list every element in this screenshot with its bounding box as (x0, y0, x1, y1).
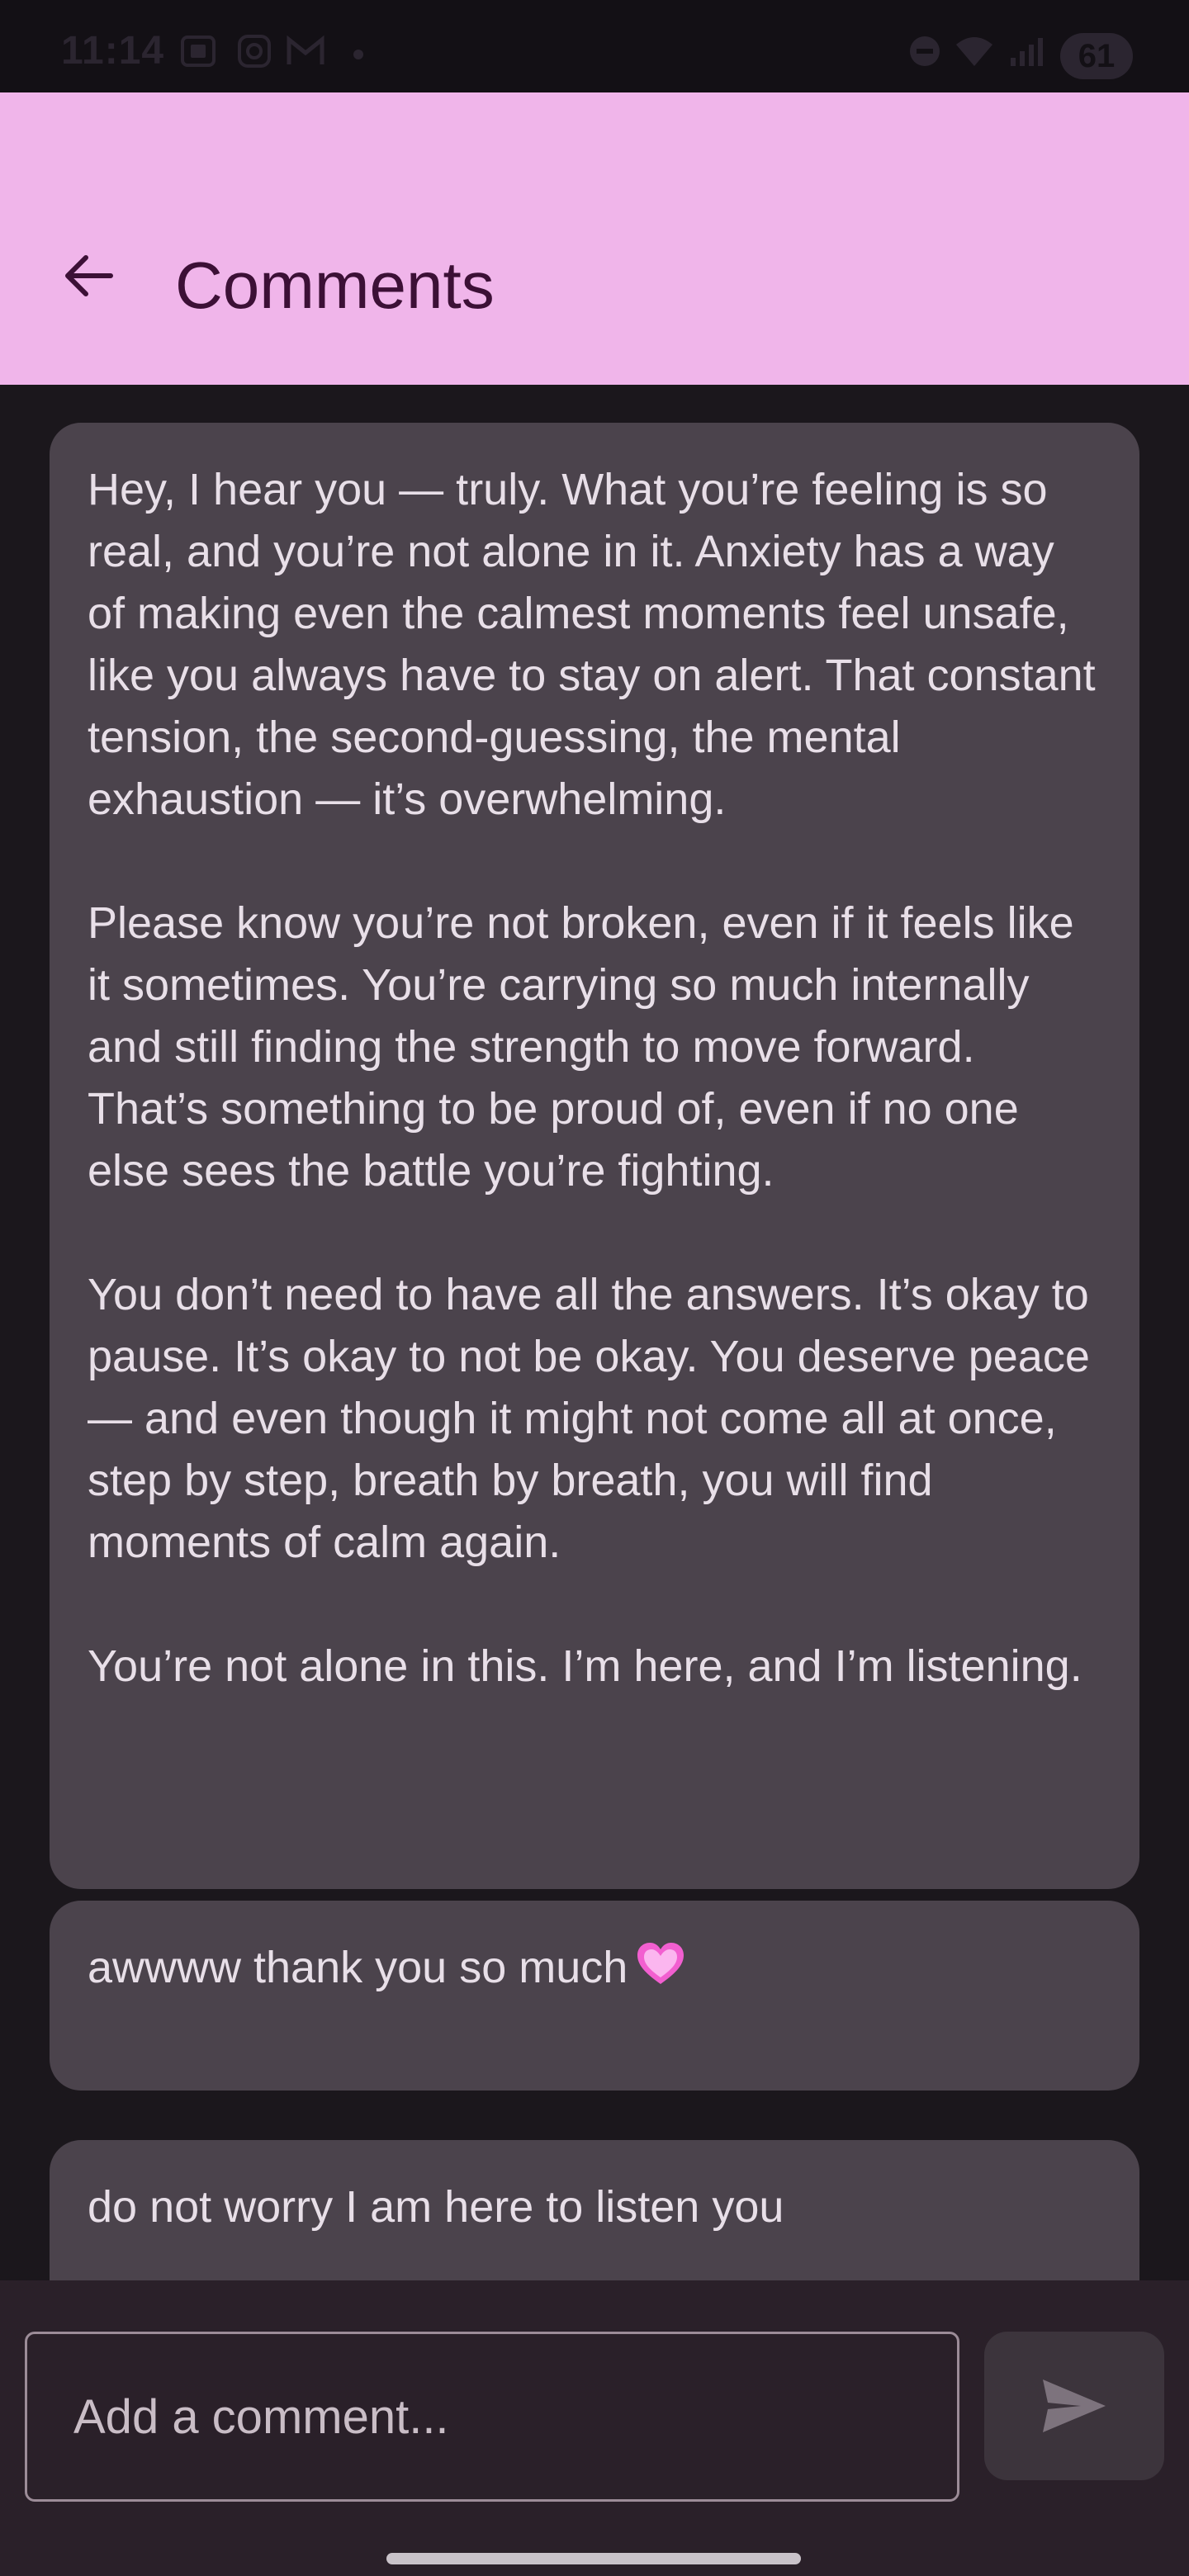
gesture-handle[interactable] (386, 2553, 801, 2564)
instagram-icon (236, 35, 272, 68)
wifi-icon (955, 35, 992, 68)
comment-text-content: awwww thank you so much (88, 1943, 628, 1992)
send-icon (1043, 2379, 1106, 2432)
comment-text: Hey, I hear you — truly. What you’re fee… (88, 465, 1096, 1691)
screenshot-icon (180, 35, 216, 68)
gmail-icon (286, 35, 324, 68)
comment-card: Hey, I hear you — truly. What you’re fee… (50, 423, 1139, 1889)
page-title: Comments (175, 249, 495, 322)
comment-text: do not worry I am here to listen you (88, 2182, 784, 2232)
comment-composer (0, 2280, 1189, 2528)
back-button[interactable] (48, 236, 127, 315)
comments-screen: 11:14 61 Comments Hey, I hear you — trul… (0, 0, 1189, 2576)
status-time: 11:14 (61, 29, 165, 73)
do-not-disturb-icon (907, 35, 943, 68)
comment-input[interactable] (25, 2332, 959, 2502)
comment-list[interactable]: Hey, I hear you — truly. What you’re fee… (0, 385, 1189, 2280)
notification-dot (353, 50, 363, 59)
battery-icon: 61 (1060, 33, 1133, 79)
comment-card: do not worry I am here to listen you (50, 2140, 1139, 2280)
app-bar: Comments (0, 92, 1189, 385)
comment-text: awwww thank you so much (88, 1937, 1101, 2004)
arrow-left-icon (65, 255, 113, 296)
status-bar: 11:14 61 (0, 0, 1189, 92)
comment-card: awwww thank you so much (50, 1901, 1139, 2091)
navigation-bar (0, 2528, 1189, 2576)
heart-icon (636, 1941, 685, 2004)
send-button[interactable] (984, 2332, 1164, 2480)
signal-icon (1009, 35, 1045, 68)
